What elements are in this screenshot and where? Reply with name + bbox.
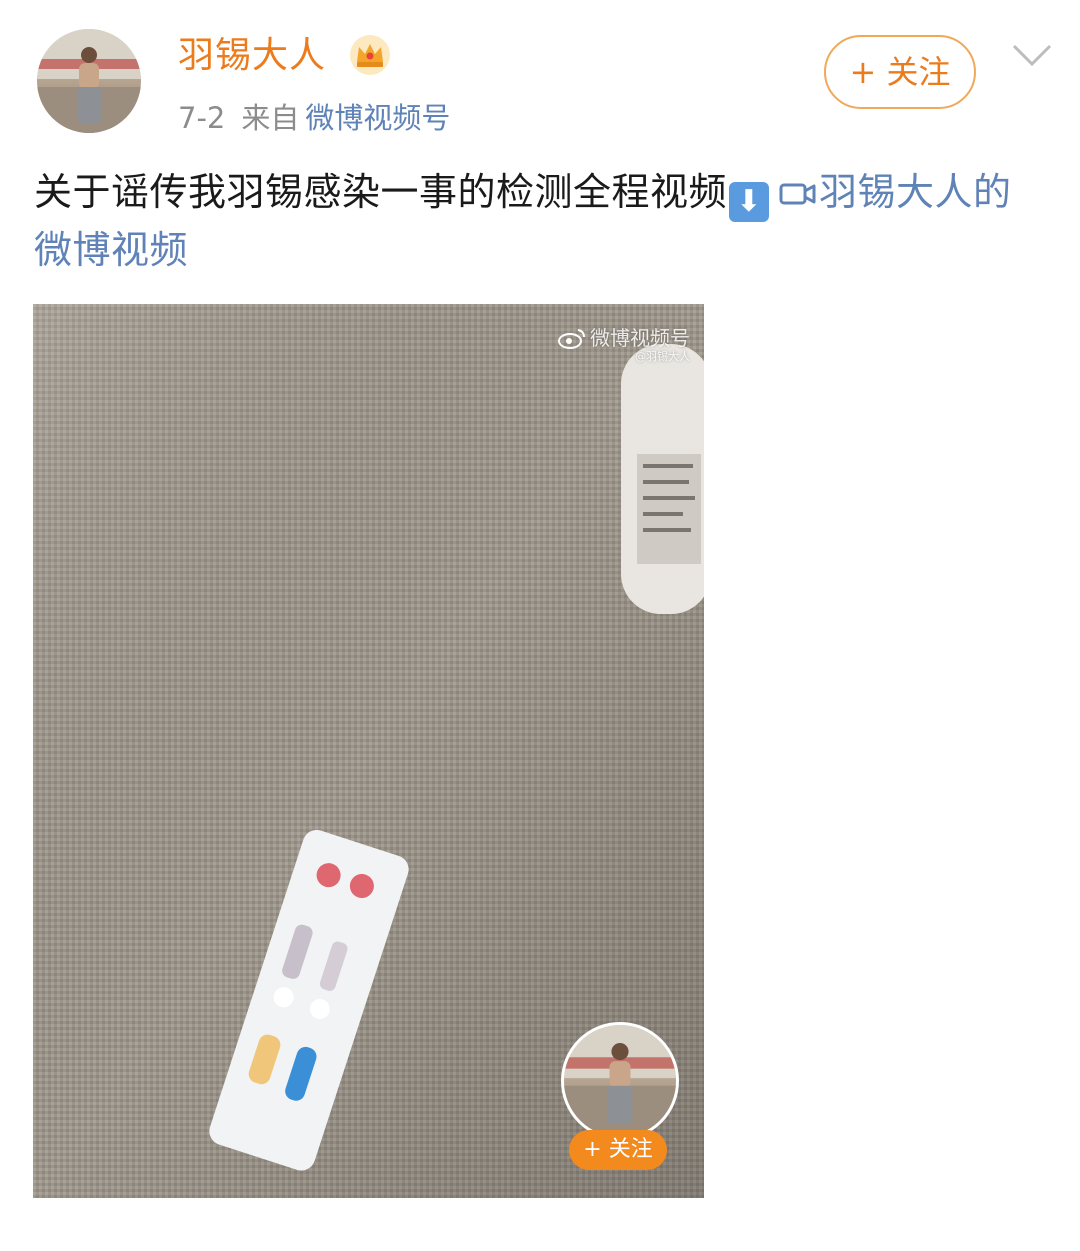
watermark-user: @羽锡大人 — [635, 350, 690, 363]
video-follow-button[interactable]: + 关注 — [569, 1130, 667, 1170]
crown-icon — [350, 35, 390, 75]
follow-button[interactable]: + 关注 — [824, 35, 976, 109]
post-text: 关于谣传我羽锡感染一事的检测全程视频 ⬇ 羽锡大人的微博视频 — [34, 164, 1044, 278]
username[interactable]: 羽锡大人 — [178, 36, 326, 76]
source-link[interactable]: 微博视频号 — [305, 101, 450, 135]
video-author-avatar[interactable] — [561, 1022, 679, 1140]
source-prefix: 来自 — [241, 101, 300, 135]
watermark-brand: 微博视频号 — [590, 326, 690, 350]
post-meta: 7-2 来自 微博视频号 — [178, 100, 450, 136]
video-author-photo — [564, 1025, 676, 1137]
weibo-logo-icon — [558, 329, 585, 349]
video-camera-icon — [779, 183, 816, 205]
chevron-down-icon[interactable] — [1010, 40, 1054, 70]
bottle — [621, 344, 704, 614]
video-player[interactable]: 微博视频号 @羽锡大人 + 关注 — [33, 304, 704, 1198]
video-watermark: 微博视频号 @羽锡大人 — [558, 326, 690, 364]
avatar[interactable] — [37, 29, 141, 133]
post-date: 7-2 — [178, 101, 226, 135]
avatar-photo — [37, 29, 141, 133]
post-body: 关于谣传我羽锡感染一事的检测全程视频 — [34, 170, 728, 214]
down-arrow-emoji-icon: ⬇ — [729, 182, 770, 222]
